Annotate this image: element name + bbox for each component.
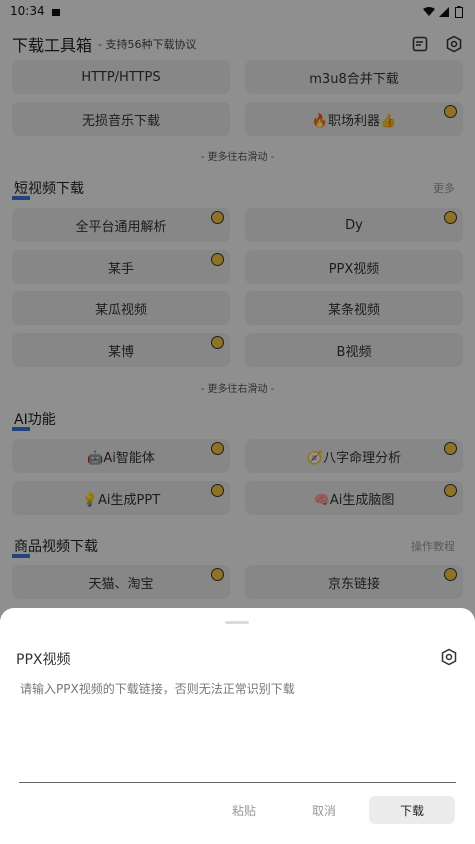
cancel-button[interactable]: 取消 bbox=[284, 802, 364, 819]
bottom-sheet: PPX视频 粘贴 取消 下载 bbox=[0, 608, 475, 844]
paste-button[interactable]: 粘贴 bbox=[204, 802, 284, 819]
drag-handle[interactable] bbox=[225, 621, 249, 624]
download-button[interactable]: 下载 bbox=[369, 796, 455, 824]
sheet-title: PPX视频 bbox=[16, 652, 71, 668]
sheet-actions: 粘贴 取消 下载 bbox=[204, 796, 455, 824]
settings-icon[interactable] bbox=[440, 648, 458, 666]
link-input[interactable] bbox=[19, 680, 456, 783]
